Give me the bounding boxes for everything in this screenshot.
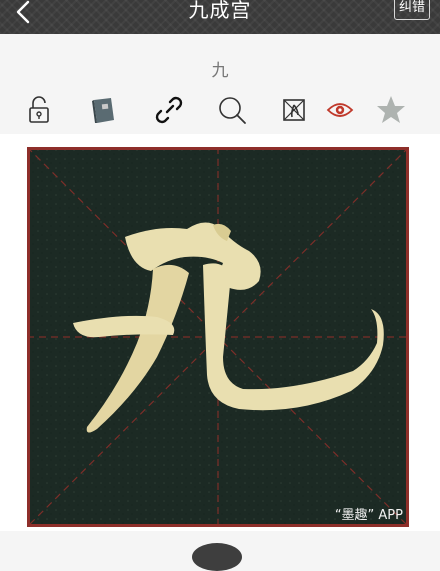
search-button[interactable] xyxy=(214,92,250,128)
top-bar: 九成宫 纠错 xyxy=(0,0,440,34)
link-icon xyxy=(155,96,183,124)
lock-icon xyxy=(29,96,49,123)
lock-button[interactable] xyxy=(21,92,57,128)
grid-button[interactable] xyxy=(276,92,312,128)
eye-icon xyxy=(326,103,354,117)
eye-button[interactable] xyxy=(322,92,358,128)
calligraphy-image: “墨趣” APP xyxy=(27,147,409,527)
grid-icon xyxy=(283,99,305,121)
watermark-text: “墨趣” APP xyxy=(334,508,403,523)
character-label: 九 xyxy=(211,61,229,81)
correct-button[interactable]: 纠错 xyxy=(393,0,430,20)
favorite-button[interactable] xyxy=(373,92,409,128)
link-button[interactable] xyxy=(151,92,187,128)
avatar[interactable] xyxy=(192,543,242,571)
book-icon xyxy=(92,98,114,123)
toolbar xyxy=(0,90,440,130)
book-button[interactable] xyxy=(86,92,122,128)
star-icon xyxy=(377,96,405,123)
search-icon xyxy=(219,97,246,124)
page-title: 九成宫 xyxy=(188,0,252,22)
